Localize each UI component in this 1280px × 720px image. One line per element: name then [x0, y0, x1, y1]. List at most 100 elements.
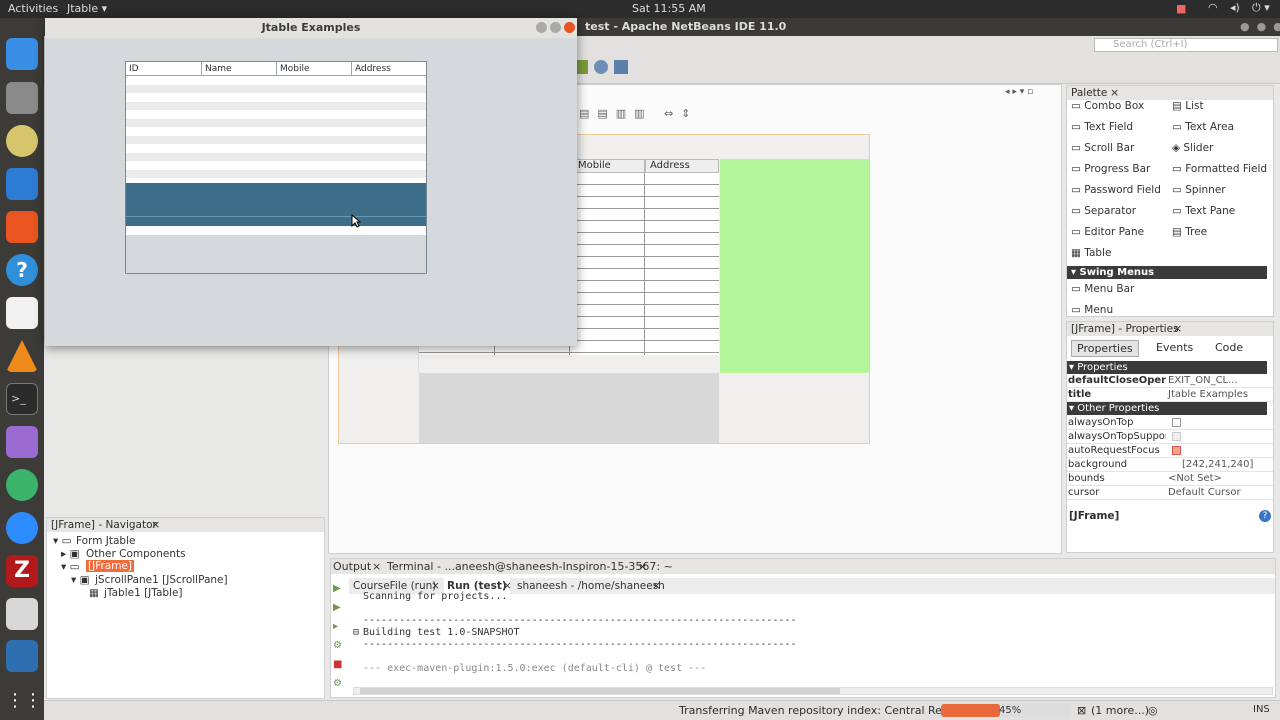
- files-icon[interactable]: [6, 82, 38, 114]
- code-subtab[interactable]: Code: [1215, 341, 1243, 354]
- column-header-name[interactable]: Name: [202, 62, 277, 76]
- props-section-header[interactable]: ▾ Other Properties: [1067, 402, 1267, 415]
- thunderbird-icon[interactable]: [6, 38, 38, 70]
- progress-bar[interactable]: 45%: [941, 704, 1071, 717]
- palette-item[interactable]: ▭ Combo Box: [1071, 100, 1144, 112]
- prop-value[interactable]: Default Cursor: [1168, 486, 1241, 500]
- ide-window-controls[interactable]: ● ● ●: [1240, 20, 1280, 33]
- notification-icon[interactable]: ◎: [1148, 704, 1158, 717]
- maximize-icon[interactable]: [550, 22, 561, 33]
- palette-item[interactable]: ▤ Tree: [1172, 226, 1207, 238]
- close-icon[interactable]: ×: [652, 578, 661, 594]
- more-tasks[interactable]: (1 more...): [1091, 704, 1149, 717]
- palette-item[interactable]: ▭ Spinner: [1172, 184, 1226, 196]
- calculator-icon[interactable]: [6, 598, 38, 630]
- designer-nav-controls[interactable]: ◂ ▸ ▾ ▫: [1005, 87, 1033, 97]
- output-horizontal-scrollbar[interactable]: [353, 687, 1273, 695]
- close-icon[interactable]: ×: [1110, 86, 1119, 99]
- jtable[interactable]: ID Name Mobile Address: [125, 61, 427, 274]
- notes-icon[interactable]: [6, 297, 38, 329]
- prop-value[interactable]: <Not Set>: [1168, 472, 1222, 486]
- writer-icon[interactable]: [6, 168, 38, 200]
- prop-row[interactable]: background [242,241,240]: [1067, 458, 1273, 472]
- prop-row[interactable]: bounds <Not Set>: [1067, 472, 1273, 486]
- palette-item[interactable]: ▭ Menu Bar: [1071, 283, 1134, 295]
- palette-item[interactable]: ▭ Text Field: [1071, 121, 1133, 133]
- prop-row[interactable]: defaultCloseOperationEXIT_ON_CL...: [1067, 374, 1273, 388]
- properties-subtab[interactable]: Properties: [1071, 340, 1139, 357]
- palette-item[interactable]: ▦ Table: [1071, 247, 1111, 259]
- prop-value[interactable]: [242,241,240]: [1182, 458, 1253, 472]
- table-row[interactable]: [126, 226, 426, 235]
- camera-app-icon[interactable]: [6, 426, 38, 458]
- checkbox[interactable]: [1172, 446, 1181, 455]
- palette-item[interactable]: ▭ Progress Bar: [1071, 163, 1150, 175]
- help-icon[interactable]: ?: [6, 254, 38, 286]
- tree-toggle-icon[interactable]: ▾ ▣: [71, 574, 90, 586]
- close-icon[interactable]: ×: [638, 559, 647, 575]
- prop-row[interactable]: autoRequestFocus: [1067, 444, 1273, 458]
- close-icon[interactable]: ⊠: [1077, 704, 1086, 717]
- nav-other-components[interactable]: Other Components: [86, 548, 186, 560]
- prop-value[interactable]: EXIT_ON_CL...: [1168, 374, 1248, 388]
- table-rows[interactable]: [126, 76, 426, 183]
- column-header-mobile[interactable]: Mobile: [277, 62, 352, 76]
- show-apps-icon[interactable]: ⋮⋮: [6, 686, 42, 718]
- events-subtab[interactable]: Events: [1156, 341, 1193, 354]
- prop-value[interactable]: Jtable Examples: [1168, 388, 1248, 402]
- tree-toggle-icon[interactable]: ▾ ▭: [61, 561, 80, 573]
- column-header-address[interactable]: Address: [352, 62, 426, 76]
- close-icon[interactable]: ×: [372, 559, 381, 575]
- close-icon[interactable]: [564, 22, 575, 33]
- scrollbar-thumb[interactable]: [360, 688, 840, 694]
- properties-tab[interactable]: [JFrame] - Properties: [1071, 323, 1179, 335]
- palette-item[interactable]: ◈ Slider: [1172, 142, 1213, 154]
- maps-icon[interactable]: [6, 469, 38, 501]
- nav-form[interactable]: Form Jtable: [76, 535, 135, 547]
- palette-item[interactable]: ▭ Editor Pane: [1071, 226, 1144, 238]
- netbeans-icon[interactable]: [6, 640, 38, 672]
- toolbar-icon[interactable]: [594, 60, 608, 74]
- clock[interactable]: Sat 11:55 AM: [632, 2, 706, 15]
- terminal-tab[interactable]: Terminal - ...aneesh@shaneesh-Inspiron-1…: [387, 559, 673, 575]
- output-side-toolbar[interactable]: ▶ ▶ ▸ ⚙ ■ ⚙: [333, 579, 347, 689]
- terminal-icon[interactable]: >_: [6, 383, 38, 415]
- palette-item[interactable]: ▤ List: [1172, 100, 1204, 112]
- jframe-titlebar[interactable]: Jtable Examples: [45, 18, 577, 38]
- prop-row[interactable]: alwaysOnTopSupported: [1067, 430, 1273, 444]
- activities-button[interactable]: Activities: [8, 2, 58, 15]
- filezilla-icon[interactable]: Z: [6, 555, 38, 587]
- alignment-toolbar[interactable]: ▤▤▥▥ ⇔⇕: [579, 107, 699, 120]
- column-header-id[interactable]: ID: [126, 62, 202, 76]
- vlc-icon[interactable]: [6, 340, 38, 372]
- fold-icon[interactable]: ⊟: [353, 627, 359, 638]
- close-icon[interactable]: ×: [151, 518, 160, 531]
- props-section-header[interactable]: ▾ Properties: [1067, 361, 1267, 374]
- zoom-icon[interactable]: [6, 512, 38, 544]
- toolbar-icon[interactable]: [614, 60, 628, 74]
- palette-section-header[interactable]: ▾ Swing Menus: [1067, 266, 1267, 279]
- palette-item[interactable]: ▭ Separator: [1071, 205, 1136, 217]
- palette-item[interactable]: ▭ Formatted Field: [1172, 163, 1267, 175]
- palette-item[interactable]: ▭ Password Field: [1071, 184, 1161, 196]
- palette-item[interactable]: ▭ Text Pane: [1172, 205, 1235, 217]
- nav-jframe[interactable]: [JFrame]: [86, 560, 135, 572]
- palette-tab[interactable]: Palette: [1071, 87, 1107, 99]
- prop-row[interactable]: cursor Default Cursor: [1067, 486, 1273, 500]
- ide-search-input[interactable]: Search (Ctrl+I): [1094, 38, 1278, 52]
- help-icon[interactable]: ?: [1259, 510, 1271, 522]
- power-icon[interactable]: ⏻ ▾: [1252, 1, 1270, 15]
- prop-row[interactable]: title Jtable Examples: [1067, 388, 1273, 402]
- palette-item[interactable]: ▭ Scroll Bar: [1071, 142, 1134, 154]
- palette-item[interactable]: ▭ Menu: [1071, 304, 1113, 316]
- nav-jtable[interactable]: jTable1 [JTable]: [104, 587, 183, 599]
- software-icon[interactable]: [6, 211, 38, 243]
- output-tab[interactable]: Output: [333, 559, 371, 575]
- tree-toggle-icon[interactable]: ▸ ▣: [61, 548, 80, 560]
- close-icon[interactable]: ×: [1173, 322, 1182, 335]
- selected-rows[interactable]: [126, 183, 426, 226]
- prop-row[interactable]: alwaysOnTop: [1067, 416, 1273, 430]
- nav-scrollpane[interactable]: jScrollPane1 [JScrollPane]: [95, 574, 228, 586]
- minimize-icon[interactable]: [536, 22, 547, 33]
- checkbox[interactable]: [1172, 432, 1181, 441]
